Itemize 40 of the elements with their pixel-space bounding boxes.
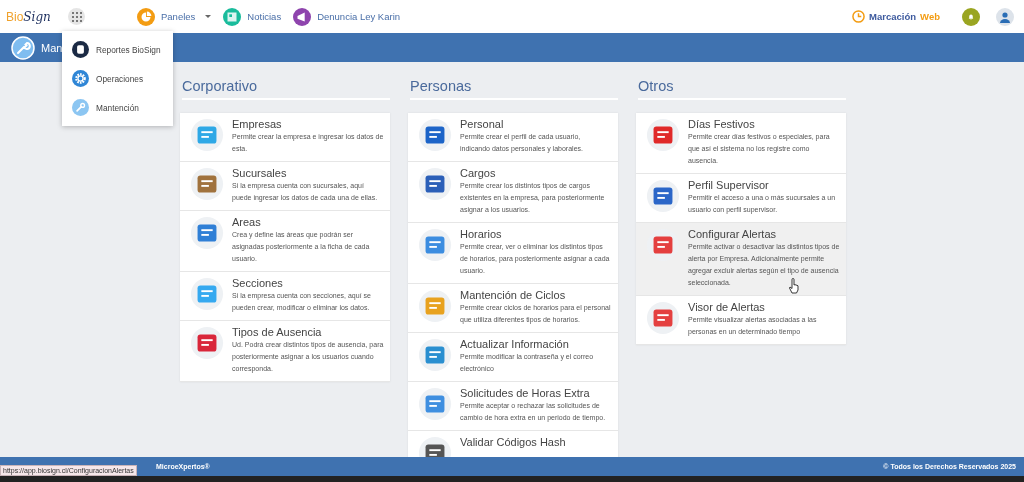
clock-icon <box>852 10 866 23</box>
pie-chart-icon <box>137 7 155 26</box>
module-icon <box>190 118 224 152</box>
nav-link[interactable]: Denuncia Ley Karin <box>293 7 401 26</box>
module-icon <box>646 301 680 335</box>
section-heading: Otros <box>638 78 846 100</box>
menu-item[interactable]: Operaciones <box>62 64 173 93</box>
user-silhouette-icon <box>999 10 1011 23</box>
module-icon <box>418 289 452 323</box>
apps-grid-button[interactable] <box>68 8 85 25</box>
grid-icon <box>71 11 82 22</box>
module-icon <box>646 118 680 152</box>
menu-item[interactable]: Reportes BioSign <box>62 35 173 64</box>
module-icon <box>190 326 224 360</box>
logo-script-text[interactable]: Sign <box>23 9 51 24</box>
module-icon <box>418 387 452 421</box>
module-icon <box>418 228 452 262</box>
wrench-icon <box>11 35 35 60</box>
user-avatar-button[interactable] <box>996 7 1014 26</box>
module-icon <box>418 118 452 152</box>
nav-link[interactable]: Noticias <box>223 7 282 26</box>
menu-item[interactable]: Mantención <box>62 93 173 122</box>
report-icon <box>72 41 89 58</box>
page-title: Man <box>41 41 63 54</box>
module-icon <box>190 277 224 311</box>
web-clock-link[interactable]: Marcación Web <box>852 10 940 23</box>
module-icon <box>418 338 452 372</box>
wrench-icon <box>72 99 89 116</box>
section-heading: Personas <box>410 78 618 100</box>
module-icon <box>646 179 680 213</box>
module-icon <box>190 216 224 250</box>
nav-link[interactable]: Paneles <box>137 7 212 26</box>
notifications-button[interactable] <box>962 7 980 26</box>
module-icon <box>190 167 224 201</box>
hand-cursor-icon <box>788 278 800 294</box>
caret-icon <box>205 15 212 18</box>
gear-icon <box>72 70 89 87</box>
module-icon <box>418 167 452 201</box>
newspaper-icon <box>223 7 242 26</box>
section-heading: Corporativo <box>182 78 390 100</box>
